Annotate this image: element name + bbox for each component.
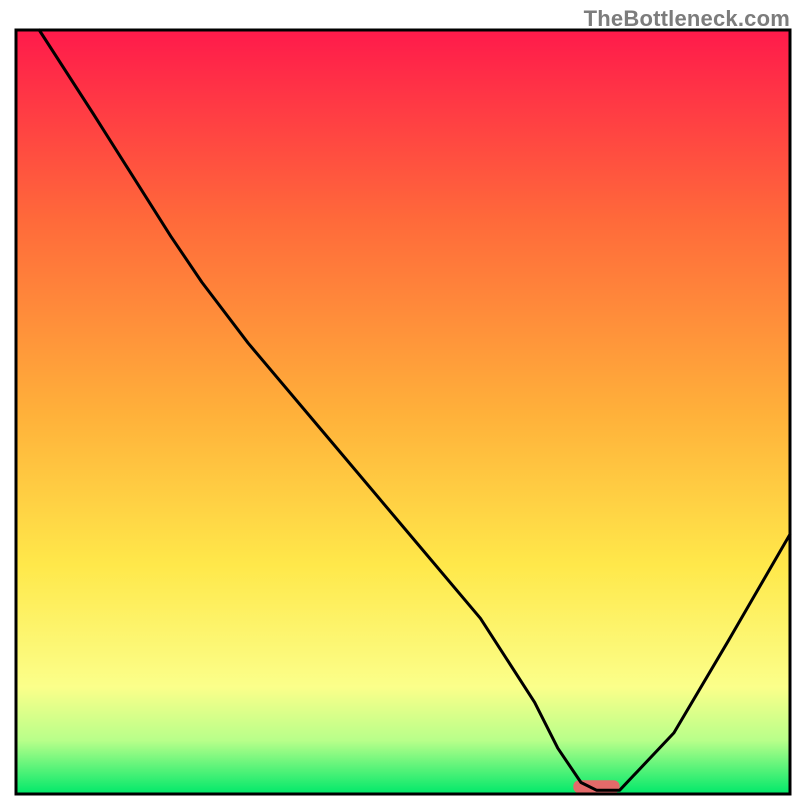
plot-background [16,30,790,794]
bottleneck-chart [0,0,800,800]
chart-stage: TheBottleneck.com [0,0,800,800]
